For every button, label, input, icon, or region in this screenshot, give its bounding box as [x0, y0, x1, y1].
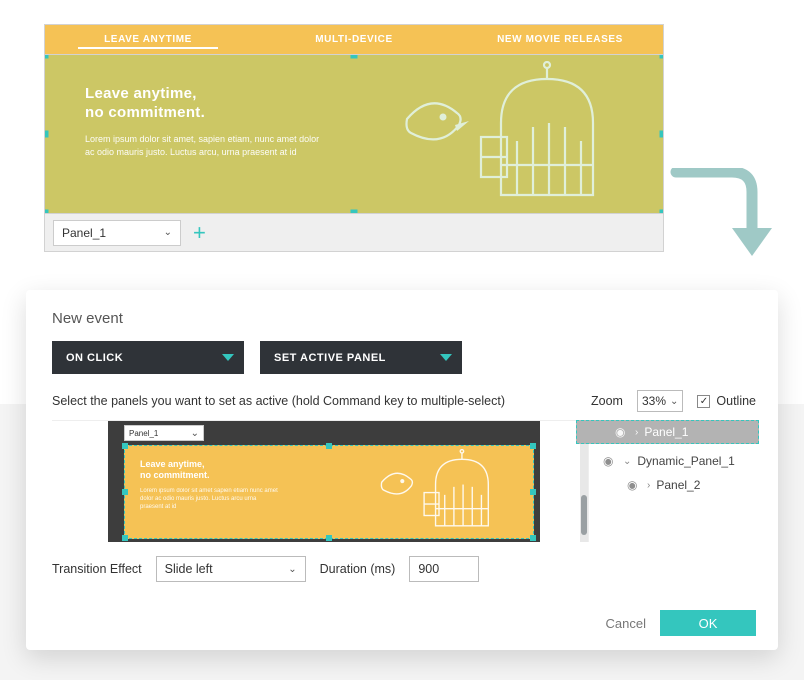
tree-label: Dynamic_Panel_1 [637, 454, 734, 468]
transition-effect-dropdown[interactable]: Slide left ⌄ [156, 556, 306, 582]
chevron-down-icon[interactable]: ⌄ [623, 456, 631, 467]
scrollbar[interactable] [580, 421, 588, 542]
tree-row-root[interactable]: ◉ ⌄ Dynamic_Panel_1 [601, 449, 756, 473]
chevron-down-icon: ⌄ [164, 227, 172, 238]
tab-multi-device[interactable]: MULTI-DEVICE [251, 28, 457, 51]
tab-new-movie[interactable]: NEW MOVIE RELEASES [457, 28, 663, 51]
new-event-dialog: New event ON CLICK SET ACTIVE PANEL Sele… [26, 290, 778, 650]
duration-label: Duration (ms) [320, 562, 396, 576]
action-label: SET ACTIVE PANEL [274, 352, 386, 364]
chevron-down-icon [222, 354, 234, 361]
transition-value: Slide left [165, 562, 213, 576]
chevron-down-icon: ⌄ [191, 428, 199, 439]
instruction-text: Select the panels you want to set as act… [52, 394, 505, 408]
panel-select-dropdown[interactable]: Panel_1 ⌄ [53, 220, 181, 246]
trigger-label: ON CLICK [66, 352, 123, 364]
visibility-icon[interactable]: ◉ [627, 478, 641, 492]
hero-panel[interactable]: Leave anytime, no commitment. Lorem ipsu… [44, 54, 664, 214]
preview-panel: LEAVE ANYTIME MULTI-DEVICE NEW MOVIE REL… [44, 24, 664, 252]
chevron-down-icon: ⌄ [288, 564, 296, 575]
outline-title: Outline [601, 427, 756, 443]
connector-arrow-icon [670, 168, 790, 268]
action-dropdown[interactable]: SET ACTIVE PANEL [260, 341, 462, 374]
outline-checkbox-label: Outline [716, 394, 756, 408]
chevron-down-icon: ⌄ [670, 396, 678, 407]
tab-label: NEW MOVIE RELEASES [497, 34, 623, 45]
zoom-value: 33% [642, 394, 666, 408]
chevron-right-icon[interactable]: › [647, 480, 650, 491]
mini-illustration-icon [354, 449, 524, 535]
mini-hero-copy: Lorem ipsum dolor sit amet sapien etiam … [140, 487, 280, 511]
panel-select-value: Panel_1 [62, 226, 106, 240]
tab-label: LEAVE ANYTIME [104, 34, 192, 45]
trigger-dropdown[interactable]: ON CLICK [52, 341, 244, 374]
tab-label: MULTI-DEVICE [315, 34, 393, 45]
zoom-dropdown[interactable]: 33% ⌄ [637, 390, 683, 412]
mini-panel-select[interactable]: Panel_1 ⌄ [124, 425, 204, 441]
cancel-button[interactable]: Cancel [606, 616, 646, 631]
duration-value: 900 [418, 562, 439, 576]
hero-copy: Lorem ipsum dolor sit amet, sapien etiam… [85, 133, 325, 159]
transition-label: Transition Effect [52, 562, 142, 576]
zoom-label: Zoom [591, 394, 623, 408]
hero-illustration-icon [377, 61, 637, 211]
tree-label: Panel_2 [656, 478, 700, 492]
visibility-icon[interactable]: ◉ [603, 454, 617, 468]
tree-row-panel-2[interactable]: ◉ › Panel_2 [601, 473, 756, 497]
ok-label: OK [699, 616, 718, 631]
checkbox-checked-icon: ✓ [697, 395, 710, 408]
preview-tabs: LEAVE ANYTIME MULTI-DEVICE NEW MOVIE REL… [44, 24, 664, 54]
dialog-title: New event [52, 310, 756, 327]
outline-pane: Outline ◉ ⌄ Dynamic_Panel_1 ◉ › Panel_1 … [588, 421, 756, 542]
outline-checkbox[interactable]: ✓ Outline [697, 394, 756, 408]
panel-toolbar: Panel_1 ⌄ + [44, 214, 664, 252]
add-panel-button[interactable]: + [193, 220, 206, 246]
chevron-down-icon [440, 354, 452, 361]
mini-hero[interactable]: Leave anytime, no commitment. Lorem ipsu… [124, 445, 534, 539]
tab-leave-anytime[interactable]: LEAVE ANYTIME [45, 28, 251, 51]
canvas-preview[interactable]: Panel_1 ⌄ Leave anytime, no commitment. … [52, 421, 588, 542]
ok-button[interactable]: OK [660, 610, 756, 636]
duration-input[interactable]: 900 [409, 556, 479, 582]
